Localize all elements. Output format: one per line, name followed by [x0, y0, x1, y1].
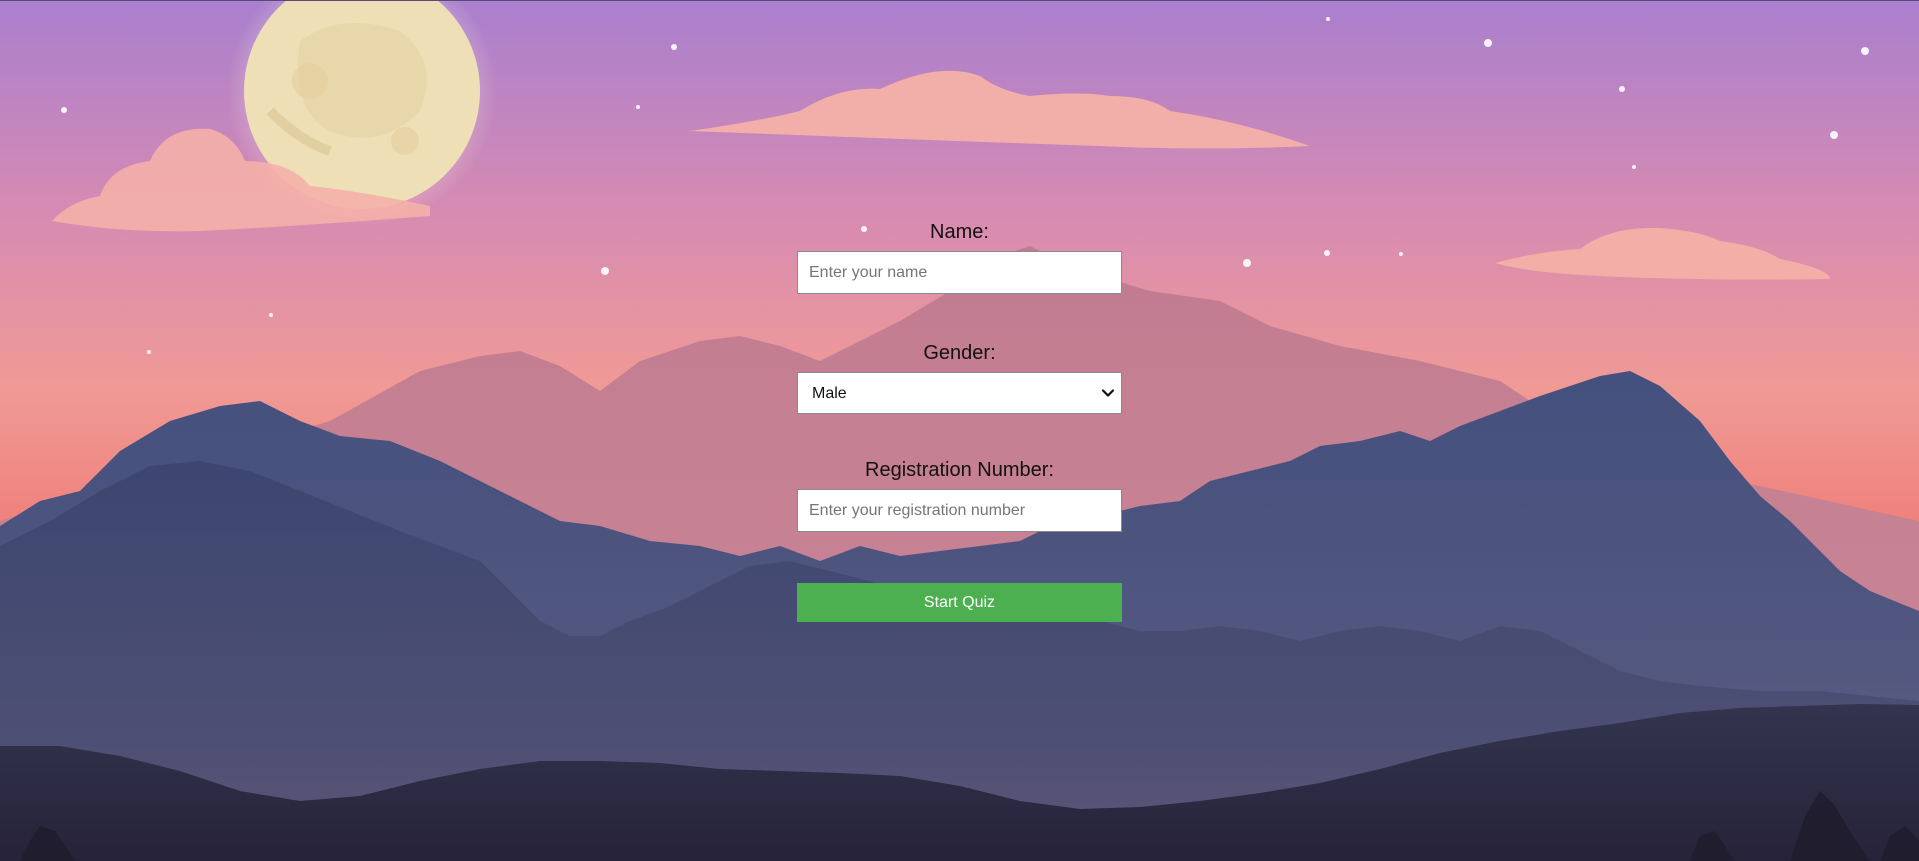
gender-select-wrapper: Male — [797, 372, 1122, 414]
start-quiz-button[interactable]: Start Quiz — [797, 583, 1122, 622]
quiz-registration-form: Name: Gender: Male Registration Number: … — [797, 220, 1122, 622]
registration-number-label: Registration Number: — [865, 459, 1054, 481]
name-label: Name: — [930, 221, 989, 243]
gender-label: Gender: — [923, 342, 996, 364]
name-input[interactable] — [797, 251, 1122, 294]
registration-number-input[interactable] — [797, 489, 1122, 532]
gender-select[interactable]: Male — [797, 372, 1122, 414]
